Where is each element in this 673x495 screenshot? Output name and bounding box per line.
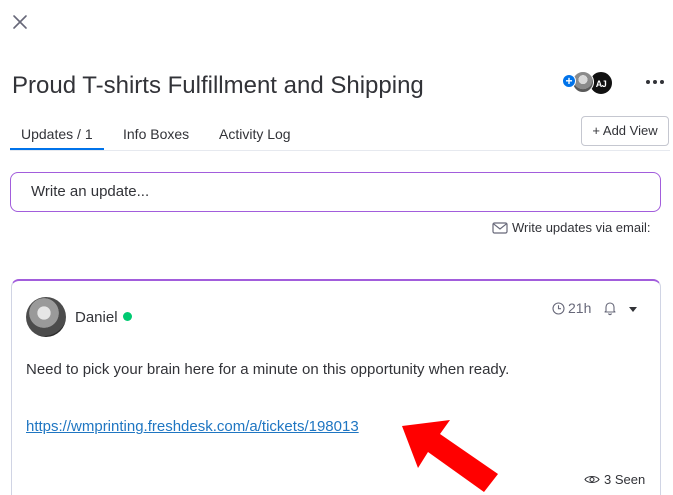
tab-info-boxes[interactable]: Info Boxes: [123, 126, 189, 142]
online-status-dot: [123, 312, 132, 321]
write-update-input[interactable]: Write an update...: [10, 172, 661, 212]
red-arrow-annotation: [402, 420, 498, 492]
subscribers-avatars[interactable]: + AJ: [562, 71, 618, 95]
post-author-name[interactable]: Daniel: [75, 309, 118, 326]
mail-icon: [492, 221, 508, 234]
tab-updates[interactable]: Updates / 1: [21, 126, 93, 142]
email-updates-label: Write updates via email:: [512, 220, 651, 235]
item-tabs: Updates / 1 Info Boxes Activity Log: [10, 115, 670, 151]
close-icon: [13, 15, 27, 29]
post-time-text: 21h: [568, 300, 592, 316]
active-tab-indicator: [10, 148, 104, 150]
update-post-card: Daniel 21h Need to pick your brain here …: [11, 279, 661, 495]
eye-icon: [584, 475, 600, 484]
post-timestamp: 21h: [552, 300, 591, 316]
seen-count-text: 3 Seen: [604, 472, 646, 487]
write-updates-via-email-link[interactable]: Write updates via email:: [492, 220, 651, 235]
close-button[interactable]: [10, 12, 30, 32]
more-options-button[interactable]: [644, 72, 666, 92]
post-options-caret-button[interactable]: [626, 302, 640, 314]
post-ticket-link[interactable]: https://wmprinting.freshdesk.com/a/ticke…: [26, 418, 359, 435]
caret-down-icon: [629, 307, 637, 312]
tab-activity-log[interactable]: Activity Log: [219, 126, 291, 142]
more-dots-icon: [646, 80, 650, 84]
clock-icon: [552, 301, 565, 315]
board-item-title: Proud T-shirts Fulfillment and Shipping: [12, 72, 424, 99]
seen-count[interactable]: 3 Seen: [584, 472, 645, 487]
post-body-text: Need to pick your brain here for a minut…: [26, 361, 510, 378]
bell-icon: [604, 302, 616, 316]
avatar[interactable]: [26, 297, 66, 337]
add-view-button[interactable]: + Add View: [581, 116, 669, 146]
notification-bell-button[interactable]: [602, 300, 618, 316]
plus-icon[interactable]: +: [562, 74, 576, 88]
